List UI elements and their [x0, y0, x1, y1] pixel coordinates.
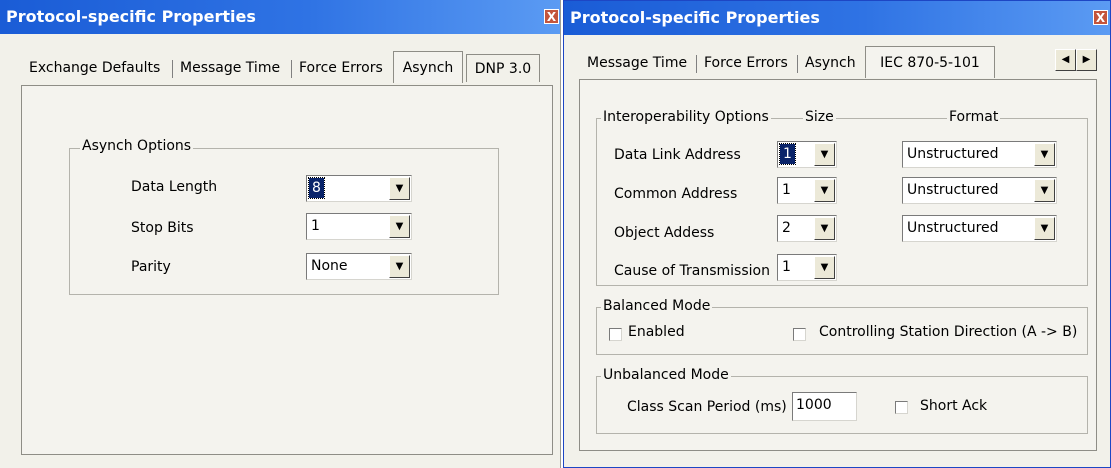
enabled-label: Enabled [628, 324, 685, 340]
scroll-left-icon[interactable]: ◀ [1055, 49, 1076, 71]
balanced-mode-legend: Balanced Mode [601, 298, 713, 314]
dropdown-arrow-icon[interactable]: ▼ [1034, 179, 1055, 202]
tab-asynch[interactable]: Asynch [393, 51, 463, 83]
data-link-address-format-select[interactable]: Unstructured ▼ [902, 141, 1057, 168]
dialog-title: Protocol-specific Properties [6, 7, 256, 26]
tab-message-time[interactable]: Message Time [180, 54, 280, 82]
dropdown-arrow-icon[interactable]: ▼ [814, 256, 835, 279]
common-address-size-select[interactable]: 1 ▼ [777, 177, 837, 204]
object-address-label: Object Addess [614, 225, 715, 241]
asynch-properties-dialog: Protocol-specific Properties Exchange De… [0, 0, 561, 468]
interoperability-group: Interoperability Options Size Format Dat… [596, 109, 1088, 286]
class-scan-period-input[interactable]: 1000 [792, 392, 857, 421]
asynch-options-legend: Asynch Options [80, 138, 194, 154]
dropdown-arrow-icon[interactable]: ▼ [814, 143, 835, 166]
tab-force-errors[interactable]: Force Errors [299, 54, 383, 82]
dropdown-arrow-icon[interactable]: ▼ [1034, 217, 1055, 240]
size-header: Size [803, 109, 836, 125]
short-ack-checkbox[interactable] [895, 401, 908, 414]
cause-of-transmission-label: Cause of Transmission [614, 263, 770, 279]
controlling-station-checkbox[interactable] [793, 328, 806, 341]
common-address-format-select[interactable]: Unstructured ▼ [902, 177, 1057, 204]
short-ack-label: Short Ack [920, 398, 988, 414]
parity-label: Parity [131, 259, 171, 275]
stop-bits-label: Stop Bits [131, 220, 194, 236]
dropdown-arrow-icon[interactable]: ▼ [389, 255, 410, 278]
data-length-select[interactable]: 8 ▼ [306, 175, 412, 202]
iec-properties-dialog: Protocol-specific Properties X Message T… [563, 0, 1111, 468]
asynch-options-group: Asynch Options Data Length 8 ▼ Stop Bits… [69, 138, 499, 295]
tab-page-iec: Interoperability Options Size Format Dat… [579, 79, 1097, 451]
tab-exchange-defaults[interactable]: Exchange Defaults [29, 54, 160, 82]
format-header: Format [947, 109, 1001, 125]
tab-asynch[interactable]: Asynch [805, 49, 856, 77]
parity-select[interactable]: None ▼ [306, 253, 412, 280]
interoperability-legend: Interoperability Options [601, 109, 771, 125]
class-scan-period-label: Class Scan Period (ms) [627, 399, 787, 415]
common-address-label: Common Address [614, 186, 738, 202]
stop-bits-select[interactable]: 1 ▼ [306, 213, 412, 240]
data-link-address-label: Data Link Address [614, 147, 741, 163]
tab-page-asynch: Asynch Options Data Length 8 ▼ Stop Bits… [21, 85, 553, 455]
data-length-label: Data Length [131, 179, 218, 195]
enabled-checkbox[interactable] [609, 328, 622, 341]
tab-strip: Message Time Force Errors Asynch IEC 870… [564, 46, 1110, 79]
balanced-mode-group: Balanced Mode Enabled Controlling Statio… [596, 298, 1088, 355]
dialog-title: Protocol-specific Properties [570, 8, 820, 27]
title-bar: Protocol-specific Properties [564, 1, 1110, 35]
dropdown-arrow-icon[interactable]: ▼ [814, 179, 835, 202]
dropdown-arrow-icon[interactable]: ▼ [389, 215, 410, 238]
tab-dnp3[interactable]: DNP 3.0 [466, 54, 540, 82]
tab-iec-870-5-101[interactable]: IEC 870-5-101 [865, 46, 995, 78]
tab-message-time[interactable]: Message Time [587, 49, 687, 77]
title-bar: Protocol-specific Properties [0, 0, 560, 34]
tab-force-errors[interactable]: Force Errors [704, 49, 788, 77]
object-address-format-select[interactable]: Unstructured ▼ [902, 215, 1057, 242]
close-icon[interactable]: X [544, 9, 559, 24]
unbalanced-mode-group: Unbalanced Mode Class Scan Period (ms) 1… [596, 367, 1088, 434]
close-icon[interactable]: X [1093, 10, 1108, 25]
dropdown-arrow-icon[interactable]: ▼ [1034, 143, 1055, 166]
dropdown-arrow-icon[interactable]: ▼ [814, 217, 835, 240]
dropdown-arrow-icon[interactable]: ▼ [389, 177, 410, 200]
tab-scroll-buttons: ◀ ▶ [1055, 49, 1097, 71]
scroll-right-icon[interactable]: ▶ [1076, 49, 1097, 71]
object-address-size-select[interactable]: 2 ▼ [777, 215, 837, 242]
tab-strip: Exchange Defaults Message Time Force Err… [0, 51, 560, 84]
unbalanced-mode-legend: Unbalanced Mode [601, 367, 731, 383]
controlling-station-label: Controlling Station Direction (A -> B) [819, 324, 1078, 340]
data-link-address-size-select[interactable]: 1 ▼ [777, 141, 837, 168]
cause-of-transmission-size-select[interactable]: 1 ▼ [777, 254, 837, 281]
